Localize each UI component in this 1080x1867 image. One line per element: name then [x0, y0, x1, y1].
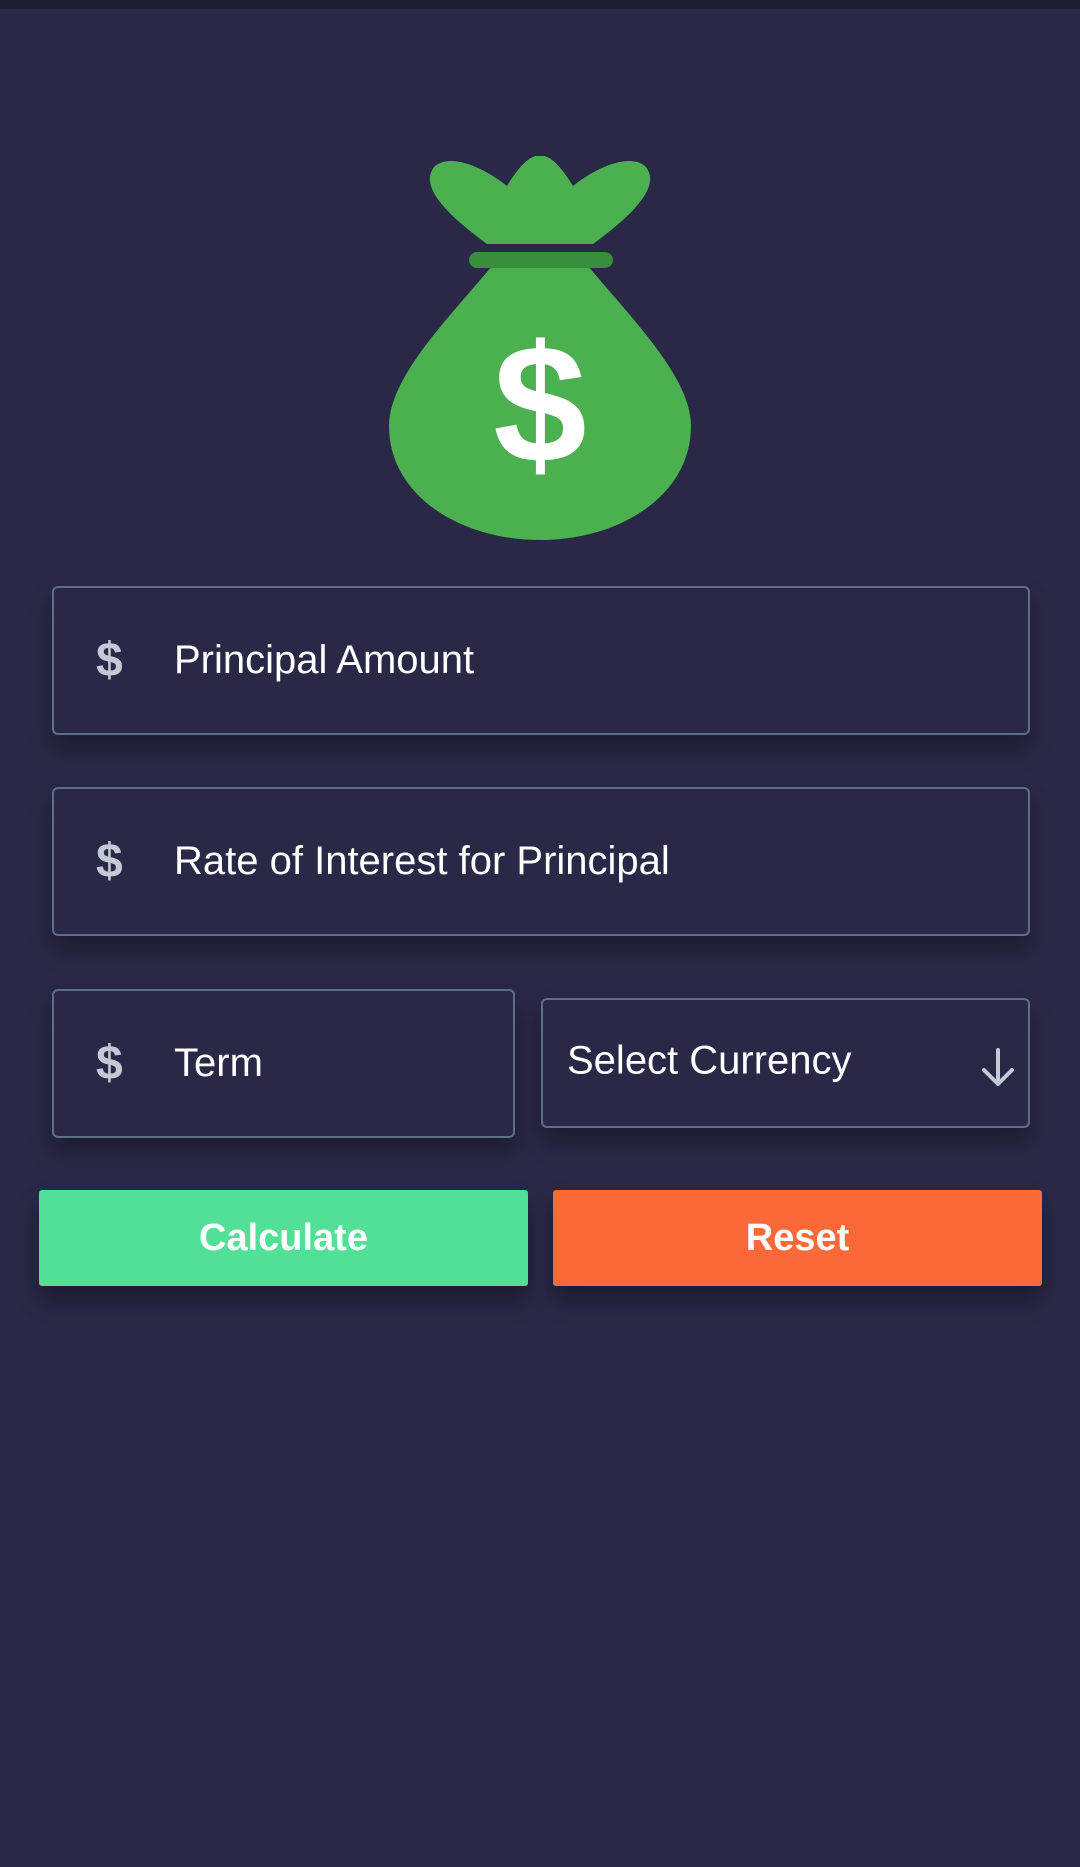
dollar-symbol: $	[493, 310, 586, 498]
principal-amount-input[interactable]	[174, 588, 1008, 733]
dollar-icon: $	[96, 1036, 123, 1090]
dollar-icon: $	[96, 633, 123, 687]
currency-select[interactable]: Select Currency	[541, 998, 1030, 1128]
calculate-button[interactable]: Calculate	[39, 1190, 528, 1286]
dollar-icon: $	[96, 834, 123, 888]
currency-select-label: Select Currency	[567, 1038, 852, 1083]
status-bar	[0, 0, 1080, 9]
interest-rate-input[interactable]	[174, 789, 1008, 934]
money-bag-icon: $	[389, 156, 691, 540]
arrow-down-icon	[982, 1048, 1014, 1086]
reset-button[interactable]: Reset	[553, 1190, 1042, 1286]
interest-rate-field[interactable]: $	[52, 787, 1030, 936]
term-input[interactable]	[174, 991, 493, 1136]
principal-amount-field[interactable]: $	[52, 586, 1030, 735]
term-field[interactable]: $	[52, 989, 515, 1138]
